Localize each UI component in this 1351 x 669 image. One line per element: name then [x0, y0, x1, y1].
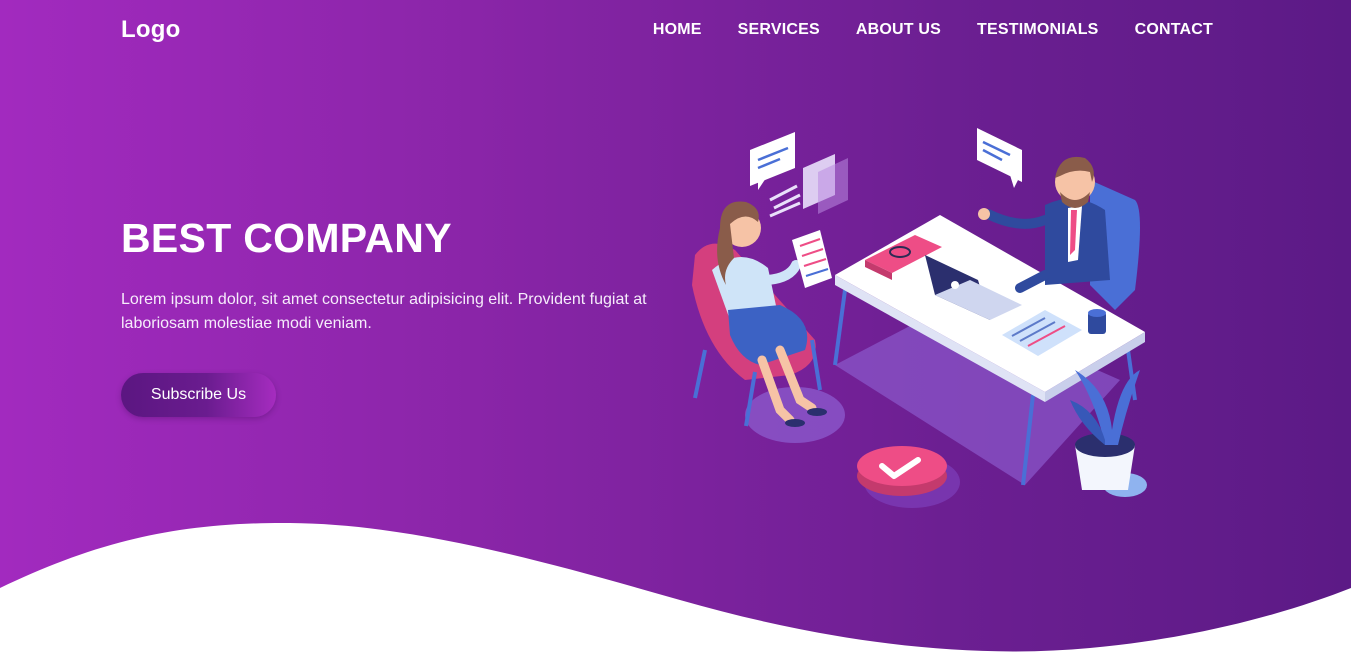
hero-content: BEST COMPANY Lorem ipsum dolor, sit amet…	[121, 214, 681, 417]
nav-item-testimonials: TESTIMONIALS	[977, 21, 1099, 39]
chat-bubble-icon	[977, 128, 1022, 188]
nav-menu: HOME SERVICES ABOUT US TESTIMONIALS CONT…	[653, 21, 1213, 39]
hero-title: BEST COMPANY	[121, 215, 452, 261]
nav-item-contact: CONTACT	[1135, 21, 1213, 39]
top-navbar: Logo HOME SERVICES ABOUT US TESTIMONIALS…	[121, 0, 1213, 60]
nav-link-testimonials[interactable]: TESTIMONIALS	[977, 21, 1099, 38]
hero-description: Lorem ipsum dolor, sit amet consectetur …	[121, 291, 647, 332]
nav-item-home: HOME	[653, 21, 702, 39]
nav-link-contact[interactable]: CONTACT	[1135, 21, 1213, 38]
nav-item-services: SERVICES	[738, 21, 820, 39]
nav-link-about-us[interactable]: ABOUT US	[856, 21, 941, 38]
hero-section: Logo HOME SERVICES ABOUT US TESTIMONIALS…	[0, 0, 1351, 669]
logo[interactable]: Logo	[121, 16, 180, 44]
nav-item-about-us: ABOUT US	[856, 21, 941, 39]
nav-link-services[interactable]: SERVICES	[738, 21, 820, 38]
nav-link-home[interactable]: HOME	[653, 21, 702, 38]
checkmark-badge-icon	[857, 446, 960, 508]
office-illustration	[692, 128, 1147, 508]
subscribe-button[interactable]: Subscribe Us	[121, 373, 276, 417]
chat-bubble-icon	[750, 132, 795, 190]
